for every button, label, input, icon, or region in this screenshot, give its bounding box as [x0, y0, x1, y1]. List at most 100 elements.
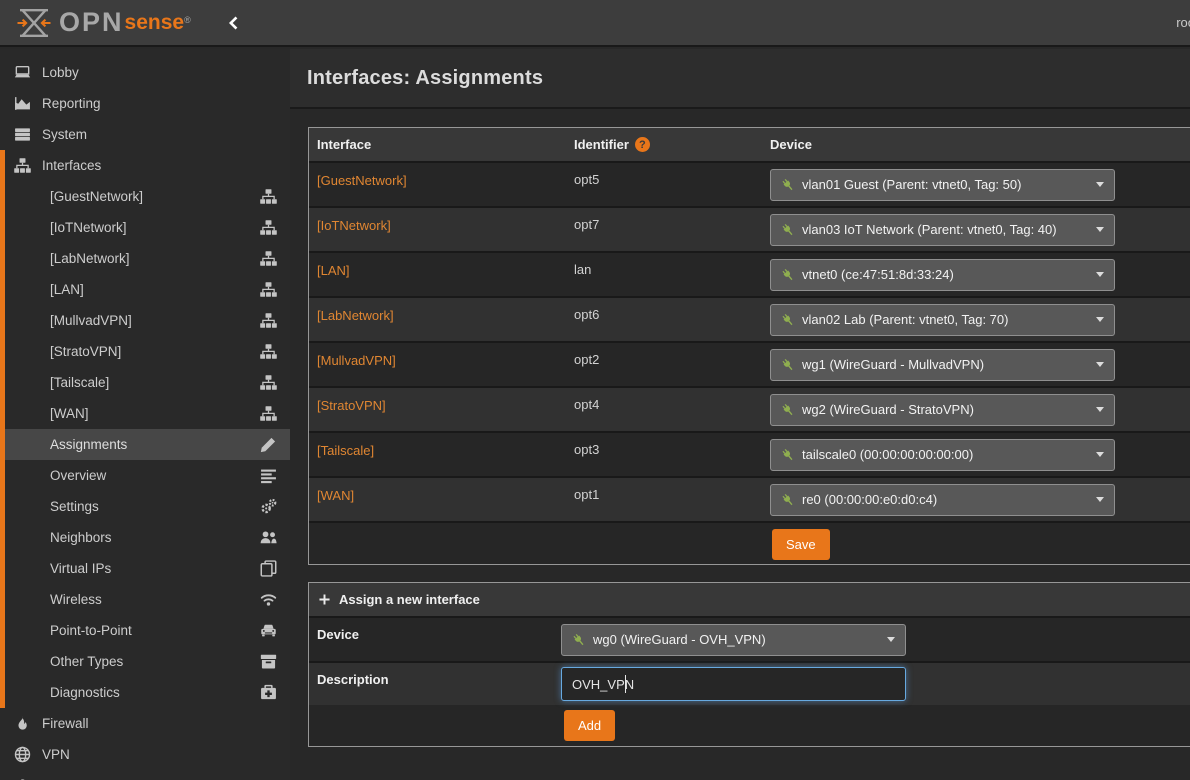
sidebar-item-point-to-point[interactable]: Point-to-Point [0, 615, 290, 646]
plug-icon [781, 178, 795, 192]
sidebar-item-labnetwork[interactable]: [LabNetwork] [0, 243, 290, 274]
sidebar-item-stratovpn[interactable]: [StratoVPN] [0, 336, 290, 367]
sidebar-item-system[interactable]: System [0, 119, 290, 150]
chevron-down-icon [887, 637, 895, 642]
save-row: Save [309, 521, 1190, 564]
interface-link[interactable]: [LAN] [317, 263, 350, 278]
device-select[interactable]: vlan02 Lab (Parent: vtnet0, Tag: 70) [770, 304, 1115, 336]
plug-icon [572, 633, 586, 647]
sitemap-icon [260, 250, 277, 267]
sidebar-item-wan[interactable]: [WAN] [0, 398, 290, 429]
copy-icon [260, 560, 277, 577]
assign-panel-header: Assign a new interface [309, 583, 1190, 616]
sidebar-item-wireless[interactable]: Wireless [0, 584, 290, 615]
sidebar-item-assignments[interactable]: Assignments [0, 429, 290, 460]
sidebar-item-virtual-ips[interactable]: Virtual IPs [0, 553, 290, 584]
fire-icon [14, 715, 31, 732]
assignments-table: Interface Identifier ? Device [GuestNetw… [308, 127, 1190, 565]
device-select[interactable]: wg1 (WireGuard - MullvadVPN) [770, 349, 1115, 381]
interface-link[interactable]: [Tailscale] [317, 443, 374, 458]
sidebar-item-other-types[interactable]: Other Types [0, 646, 290, 677]
sidebar-item-interfaces[interactable]: Interfaces [0, 150, 290, 181]
text-cursor [625, 675, 626, 693]
device-select[interactable]: vtnet0 (ce:47:51:8d:33:24) [770, 259, 1115, 291]
sidebar-item-diagnostics[interactable]: Diagnostics [0, 677, 290, 708]
new-device-select[interactable]: wg0 (WireGuard - OVH_VPN) [561, 624, 906, 656]
medkit-icon [260, 684, 277, 701]
sidebar-item-tailscale[interactable]: [Tailscale] [0, 367, 290, 398]
chevron-down-icon [1096, 362, 1104, 367]
sidebar-item-iotnetwork[interactable]: [IoTNetwork] [0, 212, 290, 243]
table-row: [StratoVPN] opt4 wg2 (WireGuard - Strato… [309, 386, 1190, 431]
page-title-band: Interfaces: Assignments [290, 49, 1190, 109]
sitemap-icon [260, 219, 277, 236]
save-button[interactable]: Save [772, 529, 830, 560]
sidebar-item-services[interactable]: Services [0, 770, 290, 780]
top-navbar: OPNsense® roo [0, 0, 1190, 47]
sidebar-item-guestnetwork[interactable]: [GuestNetwork] [0, 181, 290, 212]
interface-identifier: lan [574, 253, 770, 296]
sidebar-item-mullvadvpn[interactable]: [MullvadVPN] [0, 305, 290, 336]
sidebar-item-vpn[interactable]: VPN [0, 739, 290, 770]
interface-identifier: opt6 [574, 298, 770, 341]
chevron-down-icon [1096, 452, 1104, 457]
interface-link[interactable]: [GuestNetwork] [317, 173, 407, 188]
description-input[interactable] [561, 667, 906, 701]
opnsense-logo[interactable]: OPNsense® [16, 8, 191, 38]
interface-link[interactable]: [MullvadVPN] [317, 353, 396, 368]
area-chart-icon [14, 95, 31, 112]
identifier-help-icon[interactable]: ? [635, 137, 650, 152]
sidebar-item-lan[interactable]: [LAN] [0, 274, 290, 305]
sidebar-item-lobby[interactable]: Lobby [0, 57, 290, 88]
interface-link[interactable]: [StratoVPN] [317, 398, 386, 413]
table-row: [IoTNetwork] opt7 vlan03 IoT Network (Pa… [309, 206, 1190, 251]
users-icon [260, 529, 277, 546]
assign-description-row: Description [309, 661, 1190, 705]
sitemap-icon [260, 374, 277, 391]
add-button[interactable]: Add [564, 710, 615, 741]
device-label: Device [309, 618, 561, 661]
column-header-device: Device [770, 137, 1190, 152]
server-icon [14, 126, 31, 143]
device-select[interactable]: vlan03 IoT Network (Parent: vtnet0, Tag:… [770, 214, 1115, 246]
chevron-down-icon [1096, 407, 1104, 412]
opnsense-hourglass-icon [16, 8, 52, 38]
table-row: [Tailscale] opt3 tailscale0 (00:00:00:00… [309, 431, 1190, 476]
device-select[interactable]: tailscale0 (00:00:00:00:00:00) [770, 439, 1115, 471]
device-select[interactable]: vlan01 Guest (Parent: vtnet0, Tag: 50) [770, 169, 1115, 201]
interface-link[interactable]: [IoTNetwork] [317, 218, 391, 233]
device-select[interactable]: wg2 (WireGuard - StratoVPN) [770, 394, 1115, 426]
interface-identifier: opt7 [574, 208, 770, 251]
device-select[interactable]: re0 (00:00:00:e0:d0:c4) [770, 484, 1115, 516]
table-row: [MullvadVPN] opt2 wg1 (WireGuard - Mullv… [309, 341, 1190, 386]
table-row: [WAN] opt1 re0 (00:00:00:e0:d0:c4) [309, 476, 1190, 521]
chevron-down-icon [1096, 272, 1104, 277]
interface-identifier: opt5 [574, 163, 770, 206]
table-header-row: Interface Identifier ? Device [309, 128, 1190, 161]
sidebar-item-settings[interactable]: Settings [0, 491, 290, 522]
sitemap-icon [260, 281, 277, 298]
sidebar-item-overview[interactable]: Overview [0, 460, 290, 491]
plug-icon [781, 223, 795, 237]
plug-icon [781, 493, 795, 507]
brand-opn-text: OPN [59, 9, 124, 36]
interface-link[interactable]: [LabNetwork] [317, 308, 394, 323]
assign-new-interface-panel: Assign a new interface Device wg0 (WireG… [308, 582, 1190, 747]
main-content: Interfaces: Assignments Interface Identi… [290, 49, 1190, 780]
sidebar-item-firewall[interactable]: Firewall [0, 708, 290, 739]
chevron-down-icon [1096, 497, 1104, 502]
user-menu[interactable]: roo [1176, 15, 1190, 30]
pencil-icon [260, 436, 277, 453]
interface-link[interactable]: [WAN] [317, 488, 354, 503]
sitemap-icon [260, 312, 277, 329]
sidebar-item-reporting[interactable]: Reporting [0, 88, 290, 119]
table-row: [GuestNetwork] opt5 vlan01 Guest (Parent… [309, 161, 1190, 206]
sidebar-collapse-button[interactable] [227, 15, 241, 31]
plug-icon [781, 403, 795, 417]
sidebar-item-neighbors[interactable]: Neighbors [0, 522, 290, 553]
sitemap-icon [260, 405, 277, 422]
plus-icon [318, 593, 331, 606]
page-title: Interfaces: Assignments [307, 67, 543, 90]
interface-identifier: opt1 [574, 478, 770, 521]
plug-icon [781, 268, 795, 282]
